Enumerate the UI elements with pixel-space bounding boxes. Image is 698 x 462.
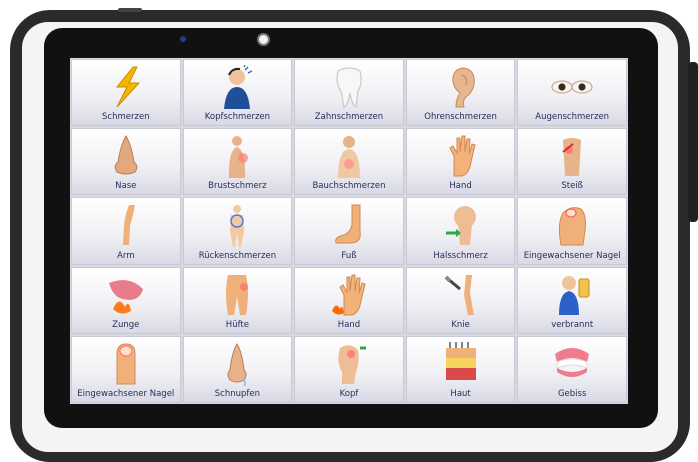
tile-verbrannt[interactable]: verbrannt — [517, 266, 627, 334]
tile-label: Zunge — [112, 319, 140, 330]
tile-fuss[interactable]: Fuß — [294, 197, 404, 265]
tile-label: Kopf — [339, 388, 359, 399]
stomach-pain-icon — [326, 134, 372, 179]
tile-bauchschmerzen[interactable]: Bauchschmerzen — [294, 128, 404, 196]
tongue-icon — [103, 273, 149, 317]
tile-kopf[interactable]: Kopf — [294, 335, 404, 403]
tile-label: verbrannt — [551, 319, 594, 330]
head-icon — [326, 342, 372, 386]
tile-huefte[interactable]: Hüfte — [182, 266, 293, 334]
arm-icon — [103, 203, 149, 247]
hip-icon — [214, 273, 260, 317]
tile-eingewachsener-nagel-finger[interactable]: Eingewachsener Nagel — [71, 335, 181, 403]
lightning-bolt-icon — [103, 65, 149, 109]
tile-label: Augenschmerzen — [535, 112, 610, 123]
burned-person-icon — [549, 273, 595, 317]
tile-label: Brustschmerz — [208, 181, 267, 192]
tile-label: Rückenschmerzen — [198, 250, 277, 261]
tooth-icon — [326, 65, 372, 109]
tile-label: Kopfschmerzen — [204, 112, 271, 123]
runny-nose-icon — [214, 342, 260, 386]
dentures-icon — [549, 342, 595, 386]
eyes-icon — [549, 65, 595, 109]
tile-label: Hand — [449, 181, 472, 192]
tile-eingewachsener-nagel-fuss[interactable]: Eingewachsener Nagel — [517, 197, 627, 265]
knee-icon — [438, 273, 484, 317]
foot-icon — [326, 203, 372, 247]
tile-label: Bauchschmerzen — [312, 181, 386, 192]
tile-schnupfen[interactable]: Schnupfen — [182, 335, 293, 403]
tile-augenschmerzen[interactable]: Augenschmerzen — [517, 59, 627, 127]
tile-label: Eingewachsener Nagel — [77, 388, 175, 399]
nose-icon — [103, 134, 149, 178]
tile-hand-verbrannt[interactable]: Hand — [294, 266, 404, 334]
symptom-grid: Schmerzen Kopfschmerzen Zahnschmerzen Oh… — [70, 58, 628, 404]
headache-person-icon — [214, 65, 260, 109]
tile-knie[interactable]: Knie — [405, 266, 516, 334]
tile-label: Schmerzen — [102, 112, 150, 123]
tablet-top-button — [118, 8, 142, 12]
tile-gebiss[interactable]: Gebiss — [517, 335, 627, 403]
toenail-icon — [549, 203, 595, 247]
tile-brustschmerz[interactable]: Brustschmerz — [182, 128, 293, 196]
back-pain-icon — [214, 203, 260, 248]
tile-label: Schnupfen — [214, 388, 261, 399]
burned-hand-icon — [326, 273, 372, 317]
sensor-icon — [180, 36, 186, 42]
tile-label: Arm — [117, 250, 135, 261]
fingernail-icon — [103, 342, 149, 386]
tile-rueckenschmerzen[interactable]: Rückenschmerzen — [182, 197, 293, 265]
tile-zunge[interactable]: Zunge — [71, 266, 181, 334]
throat-pain-icon — [438, 203, 484, 247]
tile-label: Gebiss — [557, 388, 587, 399]
tile-label: Fuß — [341, 250, 357, 261]
tile-label: Zahnschmerzen — [314, 112, 384, 123]
tile-halsschmerz[interactable]: Halsschmerz — [405, 197, 516, 265]
tile-schmerzen[interactable]: Schmerzen — [71, 59, 181, 127]
tile-label: Eingewachsener Nagel — [523, 250, 621, 261]
tailbone-icon — [549, 134, 595, 178]
tile-steiss[interactable]: Steiß — [517, 128, 627, 196]
tile-label: Steiß — [561, 181, 584, 192]
tile-label: Haut — [450, 388, 471, 399]
ear-icon — [438, 65, 484, 109]
camera-icon — [257, 33, 270, 46]
tile-ohrenschmerzen[interactable]: Ohrenschmerzen — [405, 59, 516, 127]
chest-pain-icon — [214, 134, 260, 179]
tile-label: Nase — [115, 181, 137, 192]
tile-kopfschmerzen[interactable]: Kopfschmerzen — [182, 59, 293, 127]
tile-label: Ohrenschmerzen — [424, 112, 497, 123]
hand-icon — [438, 134, 484, 178]
tablet-side-port — [688, 62, 698, 222]
tile-haut[interactable]: Haut — [405, 335, 516, 403]
tile-label: Knie — [451, 319, 470, 330]
tile-label: Halsschmerz — [433, 250, 488, 261]
tile-zahnschmerzen[interactable]: Zahnschmerzen — [294, 59, 404, 127]
tile-arm[interactable]: Arm — [71, 197, 181, 265]
tile-hand[interactable]: Hand — [405, 128, 516, 196]
tile-nase[interactable]: Nase — [71, 128, 181, 196]
tile-label: Hand — [337, 319, 361, 330]
tile-label: Hüfte — [225, 319, 249, 330]
skin-layers-icon — [438, 341, 484, 386]
